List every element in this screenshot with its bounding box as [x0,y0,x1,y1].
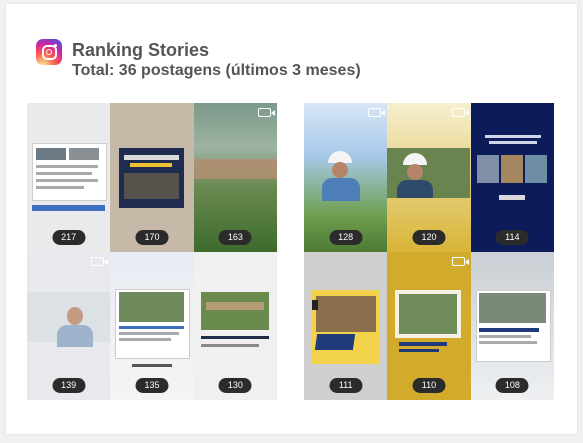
story-thumbnail[interactable]: 163 [193,103,277,252]
story-thumbnail[interactable]: 108 [470,251,554,400]
page-title: Ranking Stories [72,40,210,60]
stories-group-2: 128 120 114 111 110 108 [304,103,554,400]
video-icon [451,108,469,117]
story-thumbnail[interactable]: 139 [27,251,111,400]
views-badge: 170 [135,229,169,245]
views-badge: 114 [495,229,529,245]
story-thumbnail[interactable]: 217 [27,103,111,252]
views-badge: 130 [218,378,252,393]
views-badge: 111 [329,378,363,393]
views-badge: 163 [218,229,252,245]
story-thumbnail[interactable]: 114 [470,103,554,252]
views-badge: 217 [52,229,86,245]
views-badge: 135 [135,378,169,393]
video-icon [258,108,275,117]
story-thumbnail[interactable]: 111 [304,251,388,400]
views-badge: 110 [412,378,446,393]
views-badge: 128 [329,229,363,245]
page-subtitle: Total: 36 postagens (últimos 3 meses) [72,62,361,79]
video-icon [451,256,469,266]
story-thumbnail[interactable]: 128 [304,103,388,252]
views-badge: 120 [412,229,446,245]
story-thumbnail[interactable]: 130 [193,251,277,400]
story-thumbnail[interactable]: 170 [110,103,194,252]
stories-group-1: 217 170 163 139 135 130 [27,103,277,400]
views-badge: 139 [52,378,86,393]
instagram-icon [36,39,62,65]
story-thumbnail[interactable]: 135 [110,251,194,400]
views-badge: 108 [495,378,529,393]
video-icon [368,108,386,117]
video-icon [91,256,109,266]
story-thumbnail[interactable]: 120 [387,103,471,252]
story-thumbnail[interactable]: 110 [387,251,471,400]
